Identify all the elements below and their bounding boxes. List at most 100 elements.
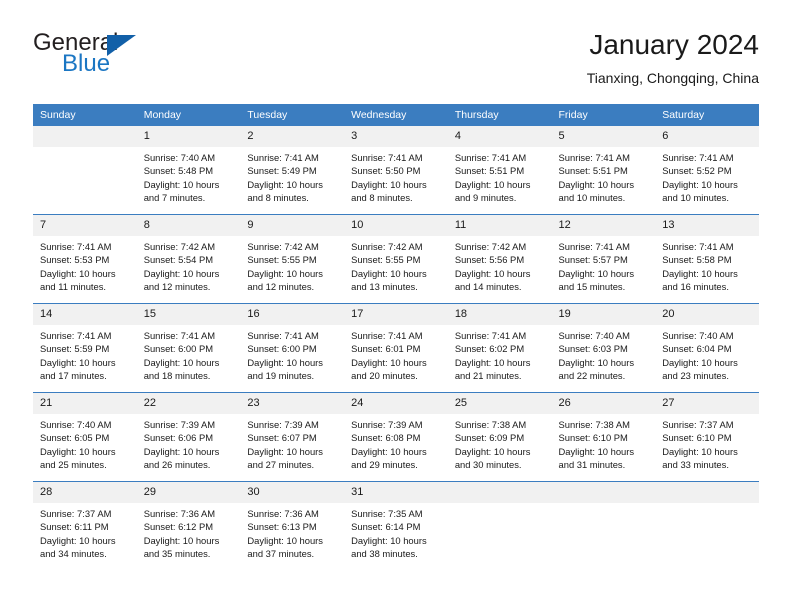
daylight-text-line1: Daylight: 10 hours (662, 267, 738, 279)
day-number: 27 (655, 393, 759, 414)
daylight-text-line1: Daylight: 10 hours (662, 445, 738, 457)
calendar-day-cell[interactable]: 30 Sunrise: 7:36 AM Sunset: 6:13 PM Dayligh… (240, 481, 345, 570)
daylight-text-line1: Daylight: 10 hours (454, 356, 531, 368)
day-number: 20 (655, 304, 759, 325)
sunrise-text: Sunrise: 7:42 AM (143, 241, 216, 252)
calendar-week-row: 21 Sunrise: 7:40 AM Sunset: 6:05 PM Dayligh… (33, 392, 759, 482)
daylight-text-line2: and 9 minutes. (454, 191, 517, 203)
sunrise-text: Sunrise: 7:42 AM (454, 241, 527, 252)
daylight-text-line2: and 10 minutes. (662, 191, 729, 203)
calendar-day-cell[interactable]: 13 Sunrise: 7:41 AM Sunset: 5:58 PM Dayligh… (655, 214, 759, 304)
calendar-day-cell[interactable]: 8 Sunrise: 7:42 AM Sunset: 5:54 PM Daylight… (136, 214, 241, 304)
sunrise-text: Sunrise: 7:41 AM (40, 241, 112, 252)
day-number: 10 (344, 215, 448, 236)
calendar-day-cell[interactable]: 24 Sunrise: 7:39 AM Sunset: 6:08 PM Dayligh… (344, 392, 448, 482)
day-number: 24 (344, 393, 448, 414)
day-details: Sunrise: 7:41 AM Sunset: 5:52 PM Daylight:… (655, 147, 759, 204)
calendar-day-cell[interactable]: 5 Sunrise: 7:41 AM Sunset: 5:51 PM Daylight… (551, 126, 656, 215)
sunrise-text: Sunrise: 7:41 AM (454, 330, 527, 341)
sunrise-text: Sunrise: 7:41 AM (662, 152, 734, 163)
calendar-day-cell[interactable]: 22 Sunrise: 7:39 AM Sunset: 6:06 PM Dayligh… (136, 392, 241, 482)
general-blue-logo: General Blue (33, 30, 253, 86)
calendar-week-row: 14 Sunrise: 7:41 AM Sunset: 5:59 PM Dayligh… (33, 303, 759, 393)
calendar-day-cell[interactable]: 23 Sunrise: 7:39 AM Sunset: 6:07 PM Dayligh… (240, 392, 345, 482)
calendar-day-cell[interactable]: 20 Sunrise: 7:40 AM Sunset: 6:04 PM Dayligh… (655, 303, 759, 393)
sunset-text: Sunset: 5:49 PM (247, 165, 317, 177)
calendar-day-cell[interactable]: 12 Sunrise: 7:41 AM Sunset: 5:57 PM Dayligh… (551, 214, 656, 304)
calendar-day-cell[interactable]: 17 Sunrise: 7:41 AM Sunset: 6:01 PM Dayligh… (344, 303, 448, 393)
calendar-day-cell[interactable]: 2 Sunrise: 7:41 AM Sunset: 5:49 PM Daylight… (240, 126, 345, 215)
calendar-day-cell[interactable]: 14 Sunrise: 7:41 AM Sunset: 5:59 PM Dayligh… (33, 303, 137, 393)
sunrise-text: Sunrise: 7:38 AM (558, 419, 630, 430)
daylight-text-line2: and 10 minutes. (558, 191, 626, 203)
calendar-day-cell-empty (447, 481, 552, 570)
daylight-text-line2: and 34 minutes. (40, 547, 107, 559)
sunrise-text: Sunrise: 7:35 AM (351, 508, 423, 519)
calendar-day-cell[interactable]: 27 Sunrise: 7:37 AM Sunset: 6:10 PM Dayligh… (655, 392, 759, 482)
sunset-text: Sunset: 5:48 PM (143, 165, 214, 177)
calendar-day-cell[interactable]: 16 Sunrise: 7:41 AM Sunset: 6:00 PM Dayligh… (240, 303, 345, 393)
weekday-header-thursday: Thursday (447, 104, 552, 126)
day-details: Sunrise: 7:40 AM Sunset: 6:05 PM Daylight:… (33, 414, 137, 471)
sunrise-text: Sunrise: 7:41 AM (351, 330, 423, 341)
calendar-day-cell[interactable]: 31 Sunrise: 7:35 AM Sunset: 6:14 PM Dayligh… (344, 481, 448, 570)
day-details: Sunrise: 7:41 AM Sunset: 5:51 PM Daylight:… (448, 147, 552, 204)
daylight-text-line1: Daylight: 10 hours (558, 178, 635, 190)
calendar-day-cell[interactable]: 7 Sunrise: 7:41 AM Sunset: 5:53 PM Daylight… (33, 214, 137, 304)
daylight-text-line1: Daylight: 10 hours (40, 267, 116, 279)
sunset-text: Sunset: 6:03 PM (558, 343, 628, 355)
calendar-day-cell[interactable]: 19 Sunrise: 7:40 AM Sunset: 6:03 PM Dayligh… (551, 303, 656, 393)
daylight-text-line1: Daylight: 10 hours (662, 356, 738, 368)
day-details: Sunrise: 7:40 AM Sunset: 6:03 PM Daylight:… (552, 325, 656, 382)
daylight-text-line1: Daylight: 10 hours (558, 267, 635, 279)
calendar-day-cell[interactable]: 21 Sunrise: 7:40 AM Sunset: 6:05 PM Dayligh… (33, 392, 137, 482)
daylight-text-line2: and 22 minutes. (558, 369, 626, 381)
day-details: Sunrise: 7:41 AM Sunset: 5:51 PM Daylight:… (552, 147, 656, 204)
calendar-day-cell[interactable]: 4 Sunrise: 7:41 AM Sunset: 5:51 PM Daylight… (447, 126, 552, 215)
calendar-day-cell[interactable]: 1 Sunrise: 7:40 AM Sunset: 5:48 PM Daylight… (136, 126, 241, 215)
daylight-text-line2: and 14 minutes. (454, 280, 522, 292)
calendar-day-cell[interactable]: 18 Sunrise: 7:41 AM Sunset: 6:02 PM Dayligh… (447, 303, 552, 393)
weekday-header-monday: Monday (136, 104, 241, 126)
day-number: 19 (551, 304, 656, 325)
daylight-text-line2: and 38 minutes. (351, 547, 418, 559)
calendar-day-cell[interactable]: 15 Sunrise: 7:41 AM Sunset: 6:00 PM Dayligh… (136, 303, 241, 393)
daylight-text-line2: and 26 minutes. (143, 458, 211, 470)
sunset-text: Sunset: 6:08 PM (351, 432, 421, 444)
day-number: 5 (551, 126, 656, 147)
daylight-text-line1: Daylight: 10 hours (247, 178, 323, 190)
day-number: 3 (344, 126, 448, 147)
calendar-table: Sunday Monday Tuesday Wednesday Thursday… (33, 104, 759, 570)
sunset-text: Sunset: 6:10 PM (558, 432, 628, 444)
day-details: Sunrise: 7:41 AM Sunset: 5:58 PM Daylight:… (655, 236, 759, 293)
day-details: Sunrise: 7:39 AM Sunset: 6:08 PM Daylight:… (344, 414, 448, 471)
calendar-day-cell[interactable]: 6 Sunrise: 7:41 AM Sunset: 5:52 PM Daylight… (655, 126, 759, 215)
sunset-text: Sunset: 5:51 PM (454, 165, 525, 177)
daylight-text-line1: Daylight: 10 hours (143, 445, 220, 457)
sunrise-text: Sunrise: 7:40 AM (558, 330, 630, 341)
sunset-text: Sunset: 6:01 PM (351, 343, 421, 355)
calendar-day-cell[interactable]: 28 Sunrise: 7:37 AM Sunset: 6:11 PM Dayligh… (33, 481, 137, 570)
daylight-text-line2: and 16 minutes. (662, 280, 729, 292)
daylight-text-line1: Daylight: 10 hours (558, 356, 635, 368)
calendar-day-cell[interactable]: 9 Sunrise: 7:42 AM Sunset: 5:55 PM Daylight… (240, 214, 345, 304)
calendar-day-cell[interactable]: 26 Sunrise: 7:38 AM Sunset: 6:10 PM Dayligh… (551, 392, 656, 482)
sunrise-text: Sunrise: 7:41 AM (247, 330, 319, 341)
sunrise-text: Sunrise: 7:39 AM (247, 419, 319, 430)
sunrise-text: Sunrise: 7:41 AM (143, 330, 216, 341)
sunrise-text: Sunrise: 7:39 AM (351, 419, 423, 430)
daylight-text-line2: and 29 minutes. (351, 458, 418, 470)
daylight-text-line2: and 8 minutes. (247, 191, 309, 203)
day-details: Sunrise: 7:39 AM Sunset: 6:06 PM Daylight:… (137, 414, 241, 471)
location-subtitle: Tianxing, Chongqing, China (586, 70, 759, 86)
calendar-day-cell[interactable]: 25 Sunrise: 7:38 AM Sunset: 6:09 PM Dayligh… (447, 392, 552, 482)
calendar-day-cell[interactable]: 11 Sunrise: 7:42 AM Sunset: 5:56 PM Dayligh… (447, 214, 552, 304)
calendar-day-cell[interactable]: 10 Sunrise: 7:42 AM Sunset: 5:55 PM Dayligh… (344, 214, 448, 304)
daylight-text-line2: and 7 minutes. (143, 191, 206, 203)
calendar-day-cell[interactable]: 29 Sunrise: 7:36 AM Sunset: 6:12 PM Dayligh… (136, 481, 241, 570)
calendar-day-cell[interactable]: 3 Sunrise: 7:41 AM Sunset: 5:50 PM Daylight… (344, 126, 448, 215)
day-details: Sunrise: 7:38 AM Sunset: 6:10 PM Daylight:… (552, 414, 656, 471)
sunrise-text: Sunrise: 7:36 AM (143, 508, 216, 519)
calendar-week-row: 28 Sunrise: 7:37 AM Sunset: 6:11 PM Dayligh… (33, 481, 759, 570)
day-details: Sunrise: 7:42 AM Sunset: 5:56 PM Daylight:… (448, 236, 552, 293)
